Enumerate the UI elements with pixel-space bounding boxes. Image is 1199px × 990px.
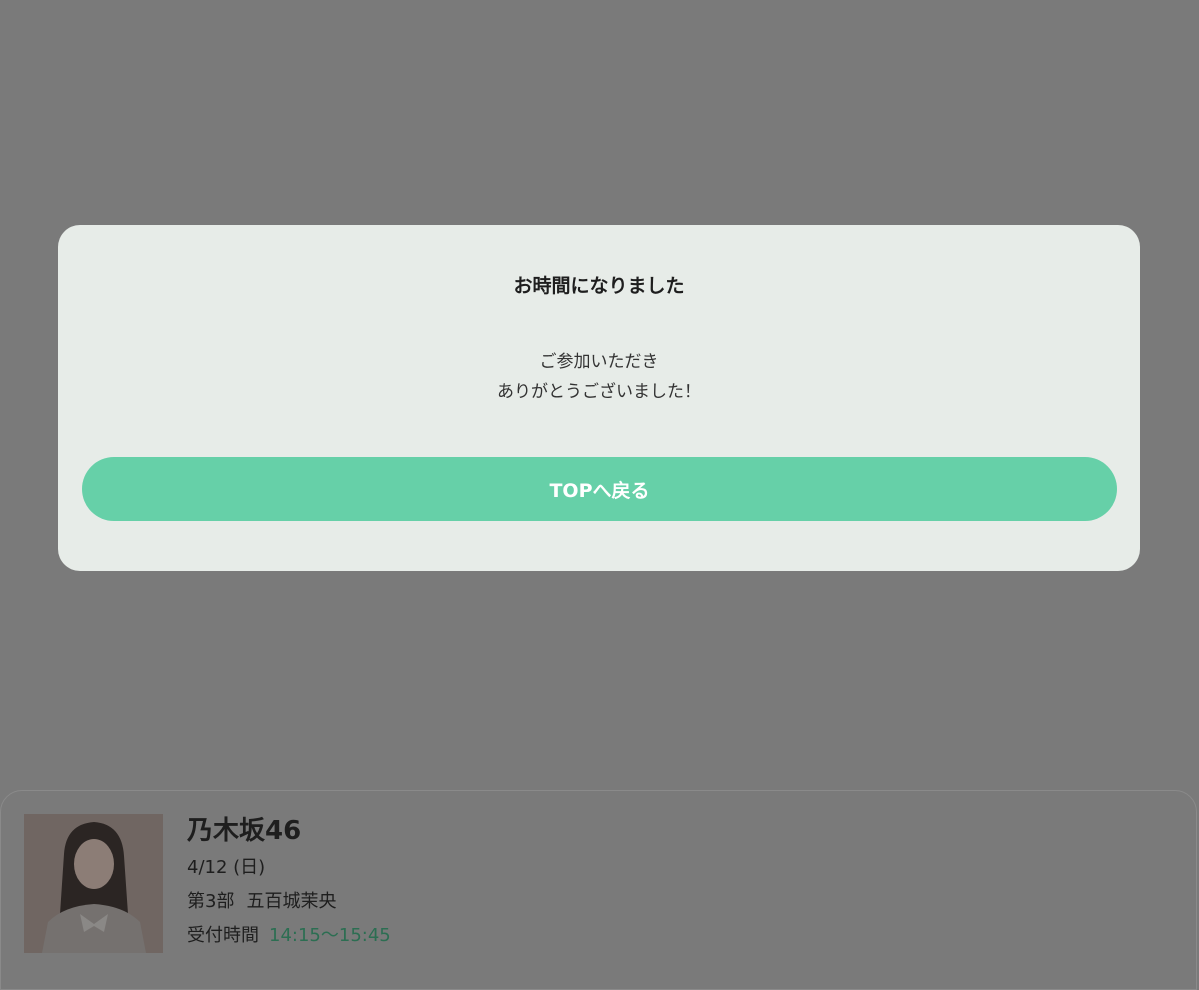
- modal-message-line1: ご参加いただき: [539, 352, 659, 372]
- member-name: 五百城茉央: [246, 891, 337, 912]
- event-date: 4/12 (日): [187, 857, 266, 878]
- modal-title: お時間になりました: [513, 275, 685, 297]
- member-photo: [24, 814, 163, 953]
- reception-time: 14:15〜15:45: [269, 925, 391, 946]
- event-info-card: 乃木坂46 4/12 (日) 第3部 五百城茉央 受付時間 14:15〜15:45: [0, 790, 1197, 990]
- modal-message-line2: ありがとうございました！: [497, 382, 701, 402]
- reception-label: 受付時間: [187, 925, 259, 946]
- modal-message: ご参加いただき ありがとうございました！: [58, 347, 1140, 407]
- session-label: 第3部: [187, 891, 235, 912]
- session-info: 第3部 五百城茉央: [187, 889, 391, 915]
- member-photo-image: [24, 814, 163, 953]
- back-to-top-button[interactable]: TOPへ戻る: [82, 457, 1117, 521]
- reception-info: 受付時間 14:15〜15:45: [187, 923, 391, 949]
- event-info: 乃木坂46 4/12 (日) 第3部 五百城茉央 受付時間 14:15〜15:45: [187, 813, 391, 949]
- group-name: 乃木坂46: [187, 816, 302, 846]
- session-ended-modal: お時間になりました ご参加いただき ありがとうございました！ TOPへ戻る: [58, 225, 1140, 571]
